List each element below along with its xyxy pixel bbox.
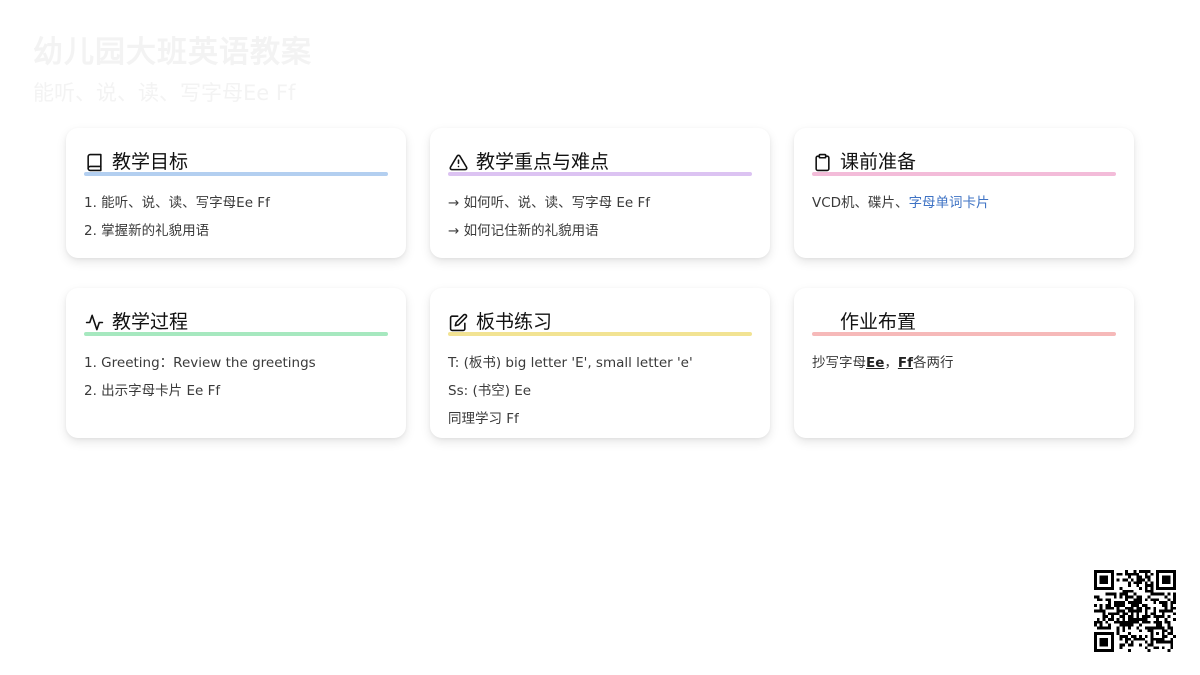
card-line: 2. 掌握新的礼貌用语: [84, 223, 210, 239]
card-preparation: 课前准备 VCD机、碟片、字母单词卡片: [794, 128, 1134, 258]
card-line: → 如何听、说、读、写字母 Ee Ff: [448, 195, 651, 211]
card-header: 教学过程: [84, 309, 388, 336]
clipboard-icon: [812, 152, 832, 172]
letter-ee: Ee: [866, 355, 885, 371]
card-header: 课前准备: [812, 149, 1116, 176]
homework-text: 抄写字母: [812, 355, 866, 371]
card-title: 作业布置: [840, 311, 917, 333]
card-header: 教学目标: [84, 149, 388, 176]
card-line: 1. 能听、说、读、写字母Ee Ff: [84, 195, 270, 211]
card-line: 同理学习 Ff: [448, 411, 519, 427]
page-subtitle: 能听、说、读、写字母Ee Ff: [33, 81, 296, 105]
page-header: 幼儿园大班英语教案 能听、说、读、写字母Ee Ff: [33, 34, 312, 108]
card-teaching-process: 教学过程 1. Greeting：Review the greetings 2.…: [66, 288, 406, 438]
qr-code-icon: [1094, 570, 1176, 652]
card-header: 教学重点与难点: [448, 149, 752, 176]
card-header: 板书练习: [448, 309, 752, 336]
page-title: 幼儿园大班英语教案: [33, 35, 312, 70]
card-line: T: (板书) big letter 'E', small letter 'e': [448, 355, 693, 371]
card-line: Ss: (书空) Ee: [448, 383, 532, 399]
blank-icon: [812, 312, 832, 332]
card-title: 教学目标: [112, 151, 189, 173]
card-title: 教学重点与难点: [476, 151, 610, 173]
letter-cards-link[interactable]: 字母单词卡片: [909, 195, 990, 211]
separator: ，: [884, 355, 898, 371]
card-board-practice: 板书练习 T: (板书) big letter 'E', small lette…: [430, 288, 770, 438]
card-title: 教学过程: [112, 311, 189, 333]
card-grid: 教学目标 1. 能听、说、读、写字母Ee Ff 2. 掌握新的礼貌用语 教学重点…: [66, 128, 1134, 438]
card-line: 1. Greeting：Review the greetings: [84, 355, 316, 371]
edit-icon: [448, 312, 468, 332]
card-homework: 作业布置 抄写字母Ee，Ff各两行: [794, 288, 1134, 438]
homework-text-end: 各两行: [913, 355, 954, 371]
book-icon: [84, 152, 104, 172]
card-line: → 如何记住新的礼貌用语: [448, 223, 599, 239]
card-header: 作业布置: [812, 309, 1116, 336]
activity-icon: [84, 312, 104, 332]
letter-ff: Ff: [897, 355, 913, 371]
card-title: 课前准备: [840, 151, 917, 173]
card-line: 抄写字母Ee，Ff各两行: [812, 349, 1116, 377]
card-line: 2. 出示字母卡片 Ee Ff: [84, 383, 221, 399]
card-line: VCD机、碟片、字母单词卡片: [812, 189, 1116, 217]
card-title: 板书练习: [476, 311, 553, 333]
card-teaching-goals: 教学目标 1. 能听、说、读、写字母Ee Ff 2. 掌握新的礼貌用语: [66, 128, 406, 258]
warning-triangle-icon: [448, 152, 468, 172]
card-key-points: 教学重点与难点 → 如何听、说、读、写字母 Ee Ff → 如何记住新的礼貌用语: [430, 128, 770, 258]
materials-text: VCD机、碟片、: [812, 195, 909, 211]
